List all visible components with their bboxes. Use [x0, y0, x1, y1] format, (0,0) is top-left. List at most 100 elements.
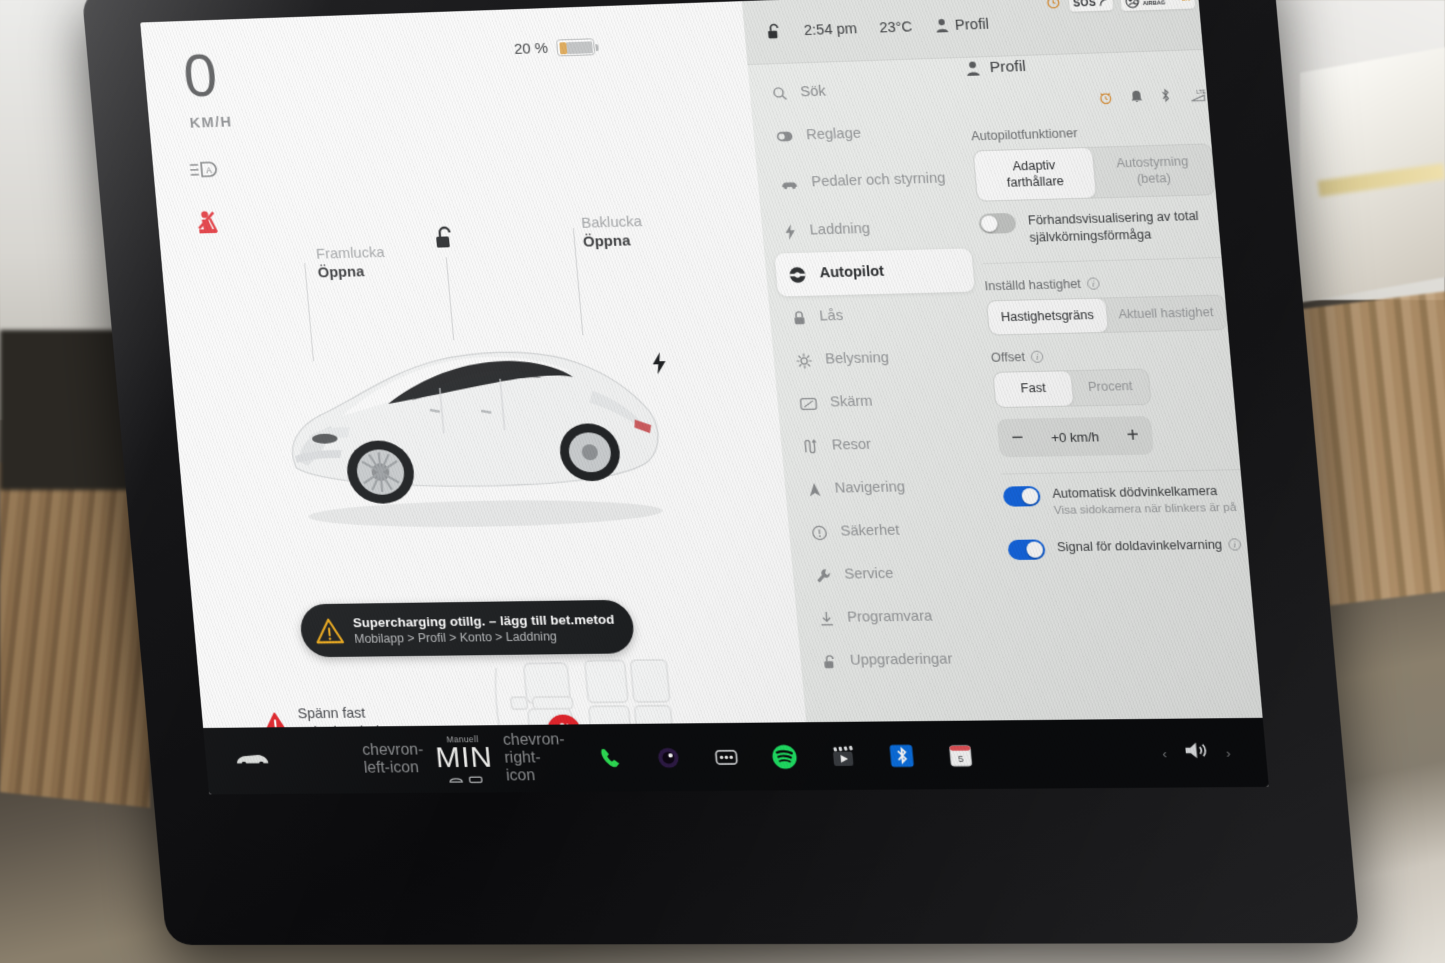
unlock-upgrade-icon [822, 653, 838, 668]
car-icon [781, 181, 798, 189]
airbag-state: ON [1181, 0, 1190, 3]
climate-control[interactable]: chevron-left-icon Manuell MIN chevron-ri… [361, 731, 572, 786]
volume-control[interactable]: ‹ › [1161, 739, 1267, 766]
segment-aktuell-hastighet[interactable]: Aktuell hastighet [1105, 295, 1227, 332]
profile-button[interactable]: Profil [934, 16, 989, 34]
wrench-icon [816, 568, 831, 582]
front-trunk-label: Framlucka [315, 244, 386, 263]
sidebar-item-programvara[interactable]: Programvara [805, 594, 1006, 640]
sidebar-label: Service [843, 565, 895, 583]
person-icon [966, 61, 980, 76]
front-trunk-control[interactable]: Framlucka Öppna [315, 243, 387, 283]
svg-text:A: A [206, 165, 213, 175]
info-icon[interactable]: i [1086, 277, 1100, 290]
rear-trunk-control[interactable]: Baklucka Öppna [581, 212, 645, 252]
supercharging-title: Supercharging otillg. – lägg till bet.me… [352, 611, 615, 630]
blindspot-chime-row[interactable]: Signal för doldavinkelvarning i [1007, 536, 1248, 561]
bluetooth-icon [1160, 88, 1172, 109]
blindspot-chime-toggle[interactable] [1007, 539, 1046, 561]
bell-icon [1130, 89, 1144, 109]
spotify-app-icon[interactable] [768, 741, 801, 771]
stepper-value: +0 km/h [1050, 428, 1100, 445]
volume-decrease[interactable]: ‹ [1162, 746, 1168, 761]
offset-stepper[interactable]: − +0 km/h + [996, 416, 1155, 458]
sidebar-item-navigering[interactable]: Navigering [794, 465, 995, 512]
set-speed-label: Inställd hastighet [983, 276, 1082, 294]
sidebar-label: Lås [818, 307, 844, 325]
sidebar-item-autopilot[interactable]: Autopilot [774, 248, 975, 297]
screen-content: 0 KM/H A 20 % Framlucka Öppna Baklucka Ö… [140, 0, 1269, 795]
passenger-airbag-indicator: PASSENGER AIRBAG ON [1119, 0, 1196, 11]
segment-adaptiv-farthallare[interactable]: Adaptiv farthållare [973, 147, 1096, 201]
defrost-front-icon[interactable] [449, 775, 464, 784]
sidebar-item-uppgraderingar[interactable]: Uppgraderingar [809, 638, 1010, 683]
alert-circle-icon [811, 524, 829, 540]
segment-hastighetsgrans[interactable]: Hastighetsgräns [986, 298, 1108, 335]
set-speed-segmented[interactable]: Hastighetsgräns Aktuell hastighet [985, 294, 1229, 337]
toggle-icon [776, 131, 793, 142]
background-highlight-strip [1317, 163, 1445, 197]
supercharging-notification[interactable]: Supercharging otillg. – lägg till bet.me… [298, 599, 636, 658]
rear-trunk-action: Öppna [582, 232, 632, 251]
sidebar-item-skarm[interactable]: Skärm [786, 378, 987, 425]
dock-apps: 5 [568, 738, 1164, 773]
download-icon [818, 610, 835, 626]
pane-header-label: Profil [988, 57, 1027, 77]
charge-bolt-icon[interactable] [650, 351, 670, 380]
info-icon[interactable]: i [1227, 538, 1242, 551]
video-app-icon[interactable] [826, 741, 859, 771]
calendar-day: 5 [957, 753, 963, 764]
speed-value: 0 [180, 41, 220, 111]
camera-app-icon[interactable] [652, 742, 685, 772]
sidebar-item-service[interactable]: Service [801, 551, 1002, 597]
sidebar-item-las[interactable]: Lås [778, 292, 978, 340]
phone-app-icon[interactable] [594, 743, 626, 773]
blindspot-camera-subtitle: Visa sidokamera när blinkers är på [1053, 502, 1238, 518]
search-input[interactable]: Sök [758, 66, 958, 115]
car-icon[interactable] [234, 749, 271, 772]
display-icon [799, 396, 817, 410]
settings-panel: 2:54 pm 23°C Profil SOS AIRBAG Sök Regla… [741, 0, 1269, 791]
photo-scene: 0 KM/H A 20 % Framlucka Öppna Baklucka Ö… [0, 0, 1445, 963]
blindspot-camera-title: Automatisk dödvinkelkamera [1051, 483, 1218, 501]
sidebar-item-sakerhet[interactable]: Säkerhet [797, 508, 998, 554]
sidebar-item-laddning[interactable]: Laddning [771, 205, 971, 253]
calendar-app-icon[interactable]: 5 [943, 740, 976, 770]
dock-left-group: chevron-left-icon Manuell MIN chevron-ri… [204, 731, 572, 787]
sidebar-item-pedaler-och-styrning[interactable]: Pedaler och styrning [766, 153, 967, 211]
volume-increase[interactable]: › [1225, 745, 1231, 760]
info-icon[interactable]: i [1030, 350, 1044, 364]
segment-autostyrning[interactable]: Autostyrning (beta) [1092, 144, 1215, 197]
stepper-decrement[interactable]: − [1010, 427, 1024, 449]
blindspot-camera-row[interactable]: Automatisk dödvinkelkamera Visa sidokame… [1002, 482, 1245, 520]
sidebar-item-resor[interactable]: Resor [790, 421, 991, 468]
sos-button[interactable]: SOS [1068, 0, 1114, 12]
battery-icon [556, 38, 596, 57]
sidebar-item-reglage[interactable]: Reglage [762, 109, 962, 158]
status-lock-icon[interactable] [766, 22, 783, 41]
sidebar-item-belysning[interactable]: Belysning [782, 335, 983, 383]
stepper-increment[interactable]: + [1126, 424, 1140, 446]
segment-fast[interactable]: Fast [993, 371, 1074, 408]
defrost-rear-icon[interactable] [469, 774, 484, 783]
supercharging-subtitle: Mobilapp > Profil > Konto > Laddning [353, 628, 558, 646]
tesla-model3-render[interactable] [230, 279, 705, 535]
volume-icon[interactable] [1182, 740, 1210, 767]
lte-signal-icon: LTE [1188, 86, 1208, 107]
unlocked-padlock-icon[interactable] [433, 225, 457, 256]
outside-temperature: 23°C [878, 18, 913, 36]
chevron-right-icon[interactable]: chevron-right-icon [502, 731, 572, 785]
offset-segmented[interactable]: Fast Procent [992, 368, 1152, 409]
blindspot-camera-toggle[interactable] [1002, 485, 1042, 507]
bluetooth-app-icon[interactable] [885, 740, 918, 770]
segment-procent[interactable]: Procent [1070, 370, 1150, 406]
sidebar-label: Skärm [829, 393, 874, 411]
more-apps-icon[interactable] [709, 742, 742, 772]
sidebar-label: Resor [831, 436, 872, 454]
fsd-preview-row[interactable]: Förhandsvisualisering av total självkörn… [978, 208, 1220, 247]
autopilot-mode-segmented[interactable]: Adaptiv farthållare Autostyrning (beta) [972, 143, 1217, 203]
person-icon [936, 19, 949, 33]
sidebar-label: Belysning [824, 349, 890, 368]
chevron-left-icon[interactable]: chevron-left-icon [362, 742, 426, 778]
fsd-preview-toggle[interactable] [978, 213, 1017, 235]
